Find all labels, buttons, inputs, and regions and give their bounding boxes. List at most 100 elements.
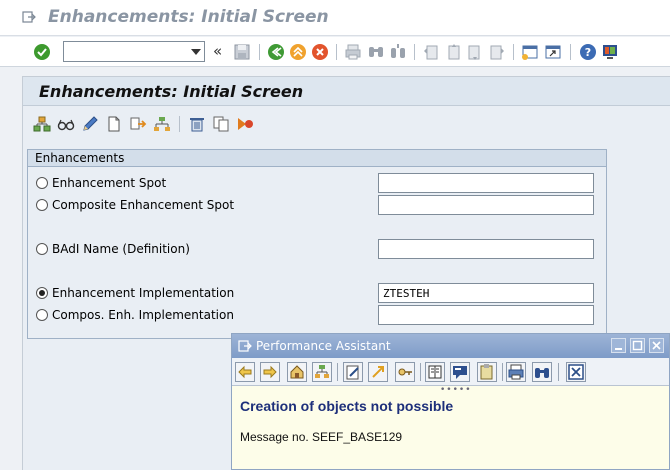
print-icon xyxy=(508,364,524,380)
performance-assistant-window: Performance Assistant ••••• Creation of … xyxy=(231,333,670,470)
window-title-bar: Enhancements: Initial Screen xyxy=(0,0,670,36)
enhancement-implementation-input[interactable]: ZTESTEH xyxy=(378,283,594,303)
customize-layout-icon[interactable] xyxy=(601,43,619,61)
forward-arrow-button[interactable] xyxy=(260,362,280,382)
collapse-double-arrow-icon[interactable]: « xyxy=(213,42,222,60)
technical-info-button[interactable] xyxy=(287,362,307,382)
svg-text:?: ? xyxy=(585,46,591,59)
close-icon xyxy=(652,341,661,350)
composite-enhancement-spot-input[interactable] xyxy=(378,195,594,215)
hierarchy-display-icon[interactable] xyxy=(33,115,51,133)
option-label: BAdI Name (Definition) xyxy=(52,242,190,256)
copy-icon[interactable] xyxy=(212,115,230,133)
close-box-icon xyxy=(568,364,584,380)
print-icon[interactable] xyxy=(344,43,362,61)
find-icon[interactable] xyxy=(367,43,385,61)
back-icon[interactable] xyxy=(267,43,285,61)
find-button[interactable] xyxy=(532,362,552,382)
toolbar-separator xyxy=(513,44,514,60)
window-menu-icon[interactable] xyxy=(238,340,252,352)
first-page-icon[interactable] xyxy=(422,43,440,61)
popup-title: Performance Assistant xyxy=(256,339,391,353)
create-session-icon[interactable] xyxy=(521,43,539,61)
change-pencil-icon[interactable] xyxy=(81,115,99,133)
option-enhancement-implementation: Enhancement Implementation ZTESTEH xyxy=(36,283,596,303)
option-composite-enhancement-spot: Composite Enhancement Spot xyxy=(36,195,596,215)
compos-enh-implementation-input[interactable] xyxy=(378,305,594,325)
save-icon[interactable] xyxy=(233,43,251,61)
application-toolbar xyxy=(23,107,670,141)
comment-button[interactable] xyxy=(450,362,470,382)
exit-menu-icon[interactable] xyxy=(22,11,36,23)
house-icon xyxy=(290,365,304,379)
book-button[interactable] xyxy=(425,362,445,382)
delete-trash-icon[interactable] xyxy=(188,115,206,133)
popup-title-bar[interactable]: Performance Assistant xyxy=(232,334,669,358)
close-window-button[interactable] xyxy=(566,362,586,382)
close-button[interactable] xyxy=(649,338,664,353)
resize-grip[interactable]: ••••• xyxy=(440,385,472,395)
toolbar-separator xyxy=(570,44,571,60)
option-label: Composite Enhancement Spot xyxy=(52,198,235,212)
window-title: Enhancements: Initial Screen xyxy=(48,7,329,27)
binoculars-icon xyxy=(535,368,549,378)
expand-arrow-icon xyxy=(372,366,384,378)
toolbar-separator xyxy=(502,363,503,381)
copy-transfer-icon[interactable] xyxy=(129,115,147,133)
option-compos-enh-implementation: Compos. Enh. Implementation xyxy=(36,305,596,325)
structure-button[interactable] xyxy=(312,362,332,382)
toolbar-separator xyxy=(414,44,415,60)
hierarchy-icon xyxy=(315,365,329,378)
shortcut-icon[interactable] xyxy=(544,43,562,61)
enhancements-group-box: Enhancements Enhancement Spot Composite … xyxy=(27,149,607,339)
key-icon xyxy=(398,368,412,376)
clipboard-icon xyxy=(480,364,493,380)
edit-note-icon xyxy=(346,365,359,380)
toolbar-separator xyxy=(420,363,421,381)
option-label: Enhancement Spot xyxy=(52,176,167,190)
book-icon xyxy=(428,365,442,379)
help-icon[interactable]: ? xyxy=(579,43,597,61)
create-document-icon[interactable] xyxy=(105,115,123,133)
structure-icon[interactable] xyxy=(153,115,171,133)
find-next-icon[interactable] xyxy=(389,43,407,61)
expand-button[interactable] xyxy=(368,362,388,382)
paste-button[interactable] xyxy=(477,362,497,382)
enter-check-icon[interactable] xyxy=(33,43,51,61)
previous-page-icon[interactable] xyxy=(444,43,462,61)
back-arrow-button[interactable] xyxy=(235,362,255,382)
toolbar-separator xyxy=(259,44,260,60)
radio-compos-enh-implementation[interactable] xyxy=(36,309,48,321)
group-box-header: Enhancements xyxy=(28,150,606,167)
popup-toolbar xyxy=(232,358,669,386)
print-button[interactable] xyxy=(506,362,526,382)
next-page-icon[interactable] xyxy=(466,43,484,61)
radio-enhancement-implementation[interactable] xyxy=(36,287,48,299)
cancel-icon[interactable] xyxy=(311,43,329,61)
maximize-button[interactable] xyxy=(630,338,645,353)
activate-icon[interactable] xyxy=(236,115,254,133)
minimize-button[interactable] xyxy=(611,338,626,353)
toolbar-separator xyxy=(179,116,180,132)
maximize-icon xyxy=(632,340,643,351)
radio-badi-name[interactable] xyxy=(36,243,48,255)
exit-icon[interactable] xyxy=(289,43,307,61)
command-field[interactable] xyxy=(63,41,205,62)
standard-toolbar: « ? xyxy=(0,37,670,67)
toolbar-separator xyxy=(558,363,559,381)
last-page-icon[interactable] xyxy=(488,43,506,61)
radio-enhancement-spot[interactable] xyxy=(36,177,48,189)
chevron-down-icon[interactable] xyxy=(191,49,201,55)
edit-button[interactable] xyxy=(343,362,363,382)
screen-title-bar: Enhancements: Initial Screen xyxy=(23,77,670,106)
option-label: Compos. Enh. Implementation xyxy=(52,308,234,322)
radio-composite-enhancement-spot[interactable] xyxy=(36,199,48,211)
screen-title: Enhancements: Initial Screen xyxy=(39,82,304,101)
option-badi-name: BAdI Name (Definition) xyxy=(36,239,596,259)
group-box-title: Enhancements xyxy=(35,151,125,165)
display-glasses-icon[interactable] xyxy=(57,115,75,133)
comment-icon xyxy=(453,366,467,379)
key-button[interactable] xyxy=(395,362,415,382)
badi-name-input[interactable] xyxy=(378,239,594,259)
enhancement-spot-input[interactable] xyxy=(378,173,594,193)
